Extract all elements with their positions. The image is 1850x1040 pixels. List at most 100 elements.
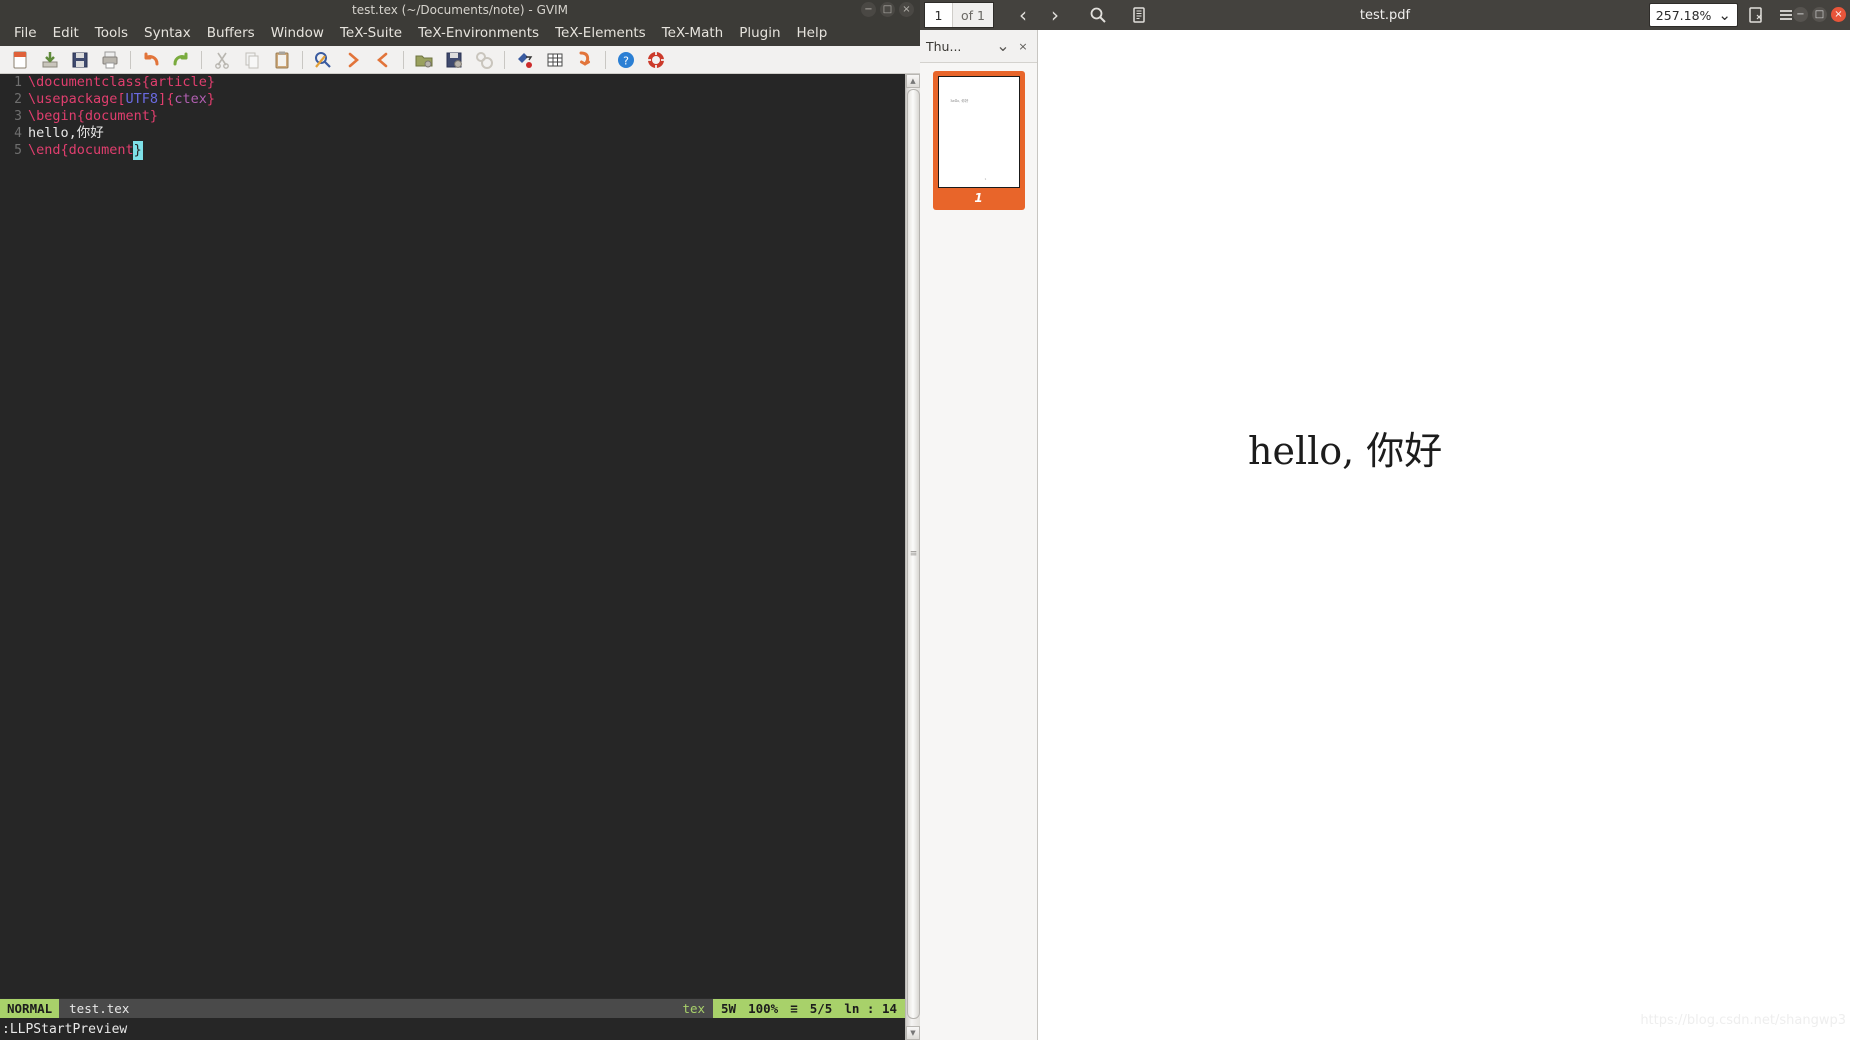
- help-icon[interactable]: ?: [614, 48, 638, 72]
- list-icon: ≡: [790, 1001, 798, 1016]
- menu-item-help[interactable]: Help: [789, 23, 836, 43]
- find-help-icon[interactable]: [644, 48, 668, 72]
- gvim-window-title: test.tex (~/Documents/note) - GVIM: [352, 3, 568, 17]
- gvim-vertical-scrollbar[interactable]: ▲ ≡ ▼: [905, 74, 920, 1040]
- code-token: \end: [28, 142, 61, 158]
- line-number: 1: [14, 75, 22, 90]
- code-token: [: [117, 91, 126, 107]
- code-line[interactable]: 3 \begin {document}: [0, 108, 905, 125]
- gvim-status-line: NORMAL test.tex tex 5W 100% ≡ 5/5 ln : 1…: [0, 999, 905, 1018]
- paste-icon[interactable]: [270, 48, 294, 72]
- find-next-icon[interactable]: [341, 48, 365, 72]
- new-file-icon[interactable]: [8, 48, 32, 72]
- code-token: \usepackage: [28, 91, 118, 107]
- code-token: {document}: [76, 108, 159, 124]
- page-thumbnail[interactable]: hello, 你好 1 1: [932, 71, 1025, 210]
- code-token: \begin: [28, 108, 77, 124]
- scroll-down-arrow-icon[interactable]: ▼: [906, 1026, 920, 1040]
- toolbar-separator: [605, 50, 606, 69]
- gvim-menubar: File Edit Tools Syntax Buffers Window Te…: [0, 20, 920, 46]
- code-token: ctex: [174, 91, 207, 107]
- menu-item-edit[interactable]: Edit: [45, 23, 87, 43]
- run-script-icon: [472, 48, 496, 72]
- thumbnail-page-number-mark: 1: [984, 177, 987, 181]
- gvim-close-button[interactable]: ×: [899, 2, 914, 17]
- save-session-icon[interactable]: [442, 48, 466, 72]
- thumbnail-page-label: 1: [974, 191, 983, 205]
- menu-item-tools[interactable]: Tools: [87, 23, 136, 43]
- toolbar-separator: [403, 50, 404, 69]
- code-line[interactable]: 5 \end {document}: [0, 141, 905, 160]
- presentation-mode-icon[interactable]: [1741, 2, 1771, 28]
- pdf-document-text: hello, 你好: [1248, 429, 1443, 473]
- menu-item-window[interactable]: Window: [263, 23, 332, 43]
- text-cursor: }: [132, 141, 143, 160]
- annotations-icon[interactable]: [1124, 2, 1154, 28]
- redo-icon[interactable]: [169, 48, 193, 72]
- gvim-minimize-button[interactable]: −: [861, 2, 876, 17]
- menu-item-buffers[interactable]: Buffers: [199, 23, 263, 43]
- gvim-maximize-button[interactable]: □: [880, 2, 895, 17]
- menu-item-file[interactable]: File: [6, 23, 45, 43]
- find-icon[interactable]: [311, 48, 335, 72]
- chevron-down-icon[interactable]: ⌄: [1718, 8, 1731, 23]
- gvim-text-area[interactable]: 1 \documentclass {article} 2 \usepackage[UT…: [0, 74, 905, 998]
- chevron-down-icon[interactable]: ⌄: [995, 38, 1011, 54]
- gvim-titlebar: test.tex (~/Documents/note) - GVIM − □ ×: [0, 0, 920, 20]
- menu-item-tex-elements[interactable]: TeX-Elements: [547, 23, 654, 43]
- pdf-maximize-button[interactable]: □: [1812, 7, 1827, 22]
- code-token: {document: [60, 142, 134, 158]
- scrollbar-thumb[interactable]: ≡: [907, 89, 920, 1019]
- svg-text:?: ?: [623, 54, 629, 67]
- close-icon[interactable]: ×: [1015, 38, 1031, 54]
- code-line[interactable]: 2 \usepackage[UTF8]{ctex}: [0, 91, 905, 108]
- undo-icon[interactable]: [139, 48, 163, 72]
- save-icon[interactable]: [68, 48, 92, 72]
- run-icon[interactable]: [573, 48, 597, 72]
- line-number: 2: [14, 92, 22, 107]
- toolbar-separator: [130, 50, 131, 69]
- code-line[interactable]: 1 \documentclass {article}: [0, 74, 905, 91]
- gvim-command-line[interactable]: :LLPStartPreview: [0, 1018, 905, 1040]
- status-encoding: 5W: [721, 1001, 737, 1016]
- menu-item-syntax[interactable]: Syntax: [136, 23, 199, 43]
- total-pages-label: of 1: [953, 3, 993, 27]
- code-line[interactable]: 4 hello,你好: [0, 125, 905, 142]
- search-icon[interactable]: [1083, 2, 1113, 28]
- open-file-icon[interactable]: [38, 48, 62, 72]
- tags-icon[interactable]: [543, 48, 567, 72]
- status-column: ln : 14: [844, 1001, 897, 1016]
- code-token: UTF8: [125, 91, 159, 107]
- sidebar-header: Thu... ⌄ ×: [920, 30, 1037, 63]
- code-token: }: [206, 91, 215, 107]
- scroll-up-arrow-icon[interactable]: ▲: [906, 74, 920, 88]
- next-page-icon[interactable]: ›: [1040, 2, 1070, 28]
- status-right-group: 5W 100% ≡ 5/5 ln : 14: [713, 999, 905, 1018]
- current-page-input[interactable]: 1: [925, 3, 953, 27]
- make-icon[interactable]: [513, 48, 537, 72]
- pdf-page-canvas[interactable]: hello, 你好 https://blog.csdn.net/shangwp3: [1038, 30, 1850, 1040]
- status-filename: test.tex: [59, 999, 675, 1018]
- watermark: https://blog.csdn.net/shangwp3: [1640, 1013, 1846, 1028]
- toolbar-separator: [504, 50, 505, 69]
- load-session-icon[interactable]: [412, 48, 436, 72]
- status-position: 5/5: [809, 1001, 833, 1016]
- line-number: 5: [14, 143, 22, 158]
- menu-item-tex-environments[interactable]: TeX-Environments: [410, 23, 547, 43]
- pdf-window-controls: − □ ×: [1793, 7, 1846, 22]
- status-percent: 100%: [748, 1001, 779, 1016]
- previous-page-icon[interactable]: ‹: [1008, 2, 1038, 28]
- zoom-selector[interactable]: 257.18% ⌄: [1648, 3, 1738, 27]
- code-token: hello,你好: [28, 125, 104, 141]
- menu-item-tex-math[interactable]: TeX-Math: [654, 23, 731, 43]
- code-token: \documentclass: [28, 74, 142, 90]
- find-previous-icon[interactable]: [371, 48, 395, 72]
- status-filetype: tex: [674, 999, 714, 1018]
- menu-item-plugin[interactable]: Plugin: [731, 23, 788, 43]
- pdf-minimize-button[interactable]: −: [1793, 7, 1808, 22]
- page-navigator[interactable]: 1 of 1: [924, 2, 994, 28]
- sidebar-mode-label: Thu...: [926, 38, 962, 54]
- pdf-close-button[interactable]: ×: [1831, 7, 1846, 22]
- print-icon[interactable]: [98, 48, 122, 72]
- menu-item-tex-suite[interactable]: TeX-Suite: [332, 23, 410, 43]
